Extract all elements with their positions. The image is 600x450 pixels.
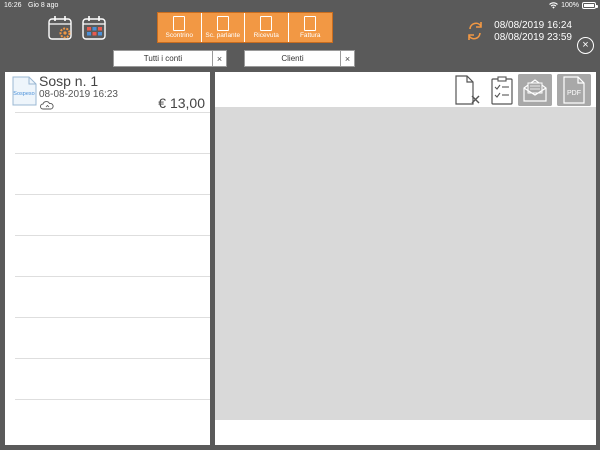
swap-arrows-icon[interactable] [466,19,484,43]
item-amount: € 13,00 [158,95,205,111]
invoice-pen-icon [304,16,317,31]
pdf-label: PDF [567,90,581,97]
row-divider [15,317,210,318]
tab-scontrino[interactable]: Scontrino [158,13,202,42]
item-title: Sosp n. 1 [39,73,99,89]
tab-label: Sc. parlante [205,32,241,39]
status-right: 100% [549,2,598,9]
document-detail: PDF [215,72,596,445]
tab-label: Scontrino [165,32,193,39]
list-item[interactable]: Sospeso Sosp n. 1 08-08-2019 16:23 € 13,… [5,72,210,112]
tab-label: Fattura [299,32,321,39]
row-divider [15,194,210,195]
clients-filter-select[interactable]: Clienti [244,50,341,67]
document-list[interactable]: Sospeso Sosp n. 1 08-08-2019 16:23 € 13,… [5,72,210,445]
delete-document-icon[interactable] [451,74,485,106]
ricevuta-icon [260,16,273,31]
clipboard-check-icon[interactable] [485,74,519,106]
row-divider [15,399,210,400]
tab-ricevuta[interactable]: Ricevuta [245,13,289,42]
receipt-icon [173,16,186,31]
date-range[interactable]: 08/08/2019 16:24 08/08/2019 23:59 [494,20,572,44]
accounts-filter: Tutti i conti × [113,50,227,67]
date-to: 08/08/2019 23:59 [494,32,572,43]
item-datetime: 08-08-2019 16:23 [39,89,118,100]
battery-icon [582,2,598,9]
row-divider [15,112,210,113]
row-divider [15,358,210,359]
row-divider [15,235,210,236]
cloud-sync-icon [40,101,54,110]
tab-scontrino-parlante[interactable]: Sc. parlante [201,13,245,42]
status-time: 16:26 [4,2,22,9]
person-receipt-icon [216,16,229,31]
clients-filter: Clienti × [244,50,355,67]
pdf-export-icon[interactable]: PDF [557,74,591,106]
thumb-label: Sospeso [13,91,34,97]
close-icon: × [582,39,589,51]
suspended-document-icon: Sospeso [12,76,37,106]
clients-filter-clear-button[interactable]: × [341,50,355,67]
tab-fattura[interactable]: Fattura [288,13,332,42]
calendar-settings-icon[interactable] [47,14,75,42]
accounts-filter-select[interactable]: Tutti i conti [113,50,213,67]
date-from: 08/08/2019 16:24 [494,20,572,31]
document-preview-area [215,107,596,420]
row-divider [15,276,210,277]
close-button[interactable]: × [577,37,594,54]
calendar-grid-icon[interactable] [81,14,109,42]
tab-label: Ricevuta [253,32,279,39]
status-bar: 16:26 Gio 8 ago 100% [0,0,600,12]
wifi-icon [549,2,558,9]
row-divider [15,153,210,154]
accounts-filter-clear-button[interactable]: × [213,50,227,67]
email-icon[interactable] [518,74,552,106]
battery-percent: 100% [561,2,579,9]
document-type-tabs: Scontrino Sc. parlante Ricevuta Fattura [157,12,333,43]
status-date: Gio 8 ago [28,2,59,9]
